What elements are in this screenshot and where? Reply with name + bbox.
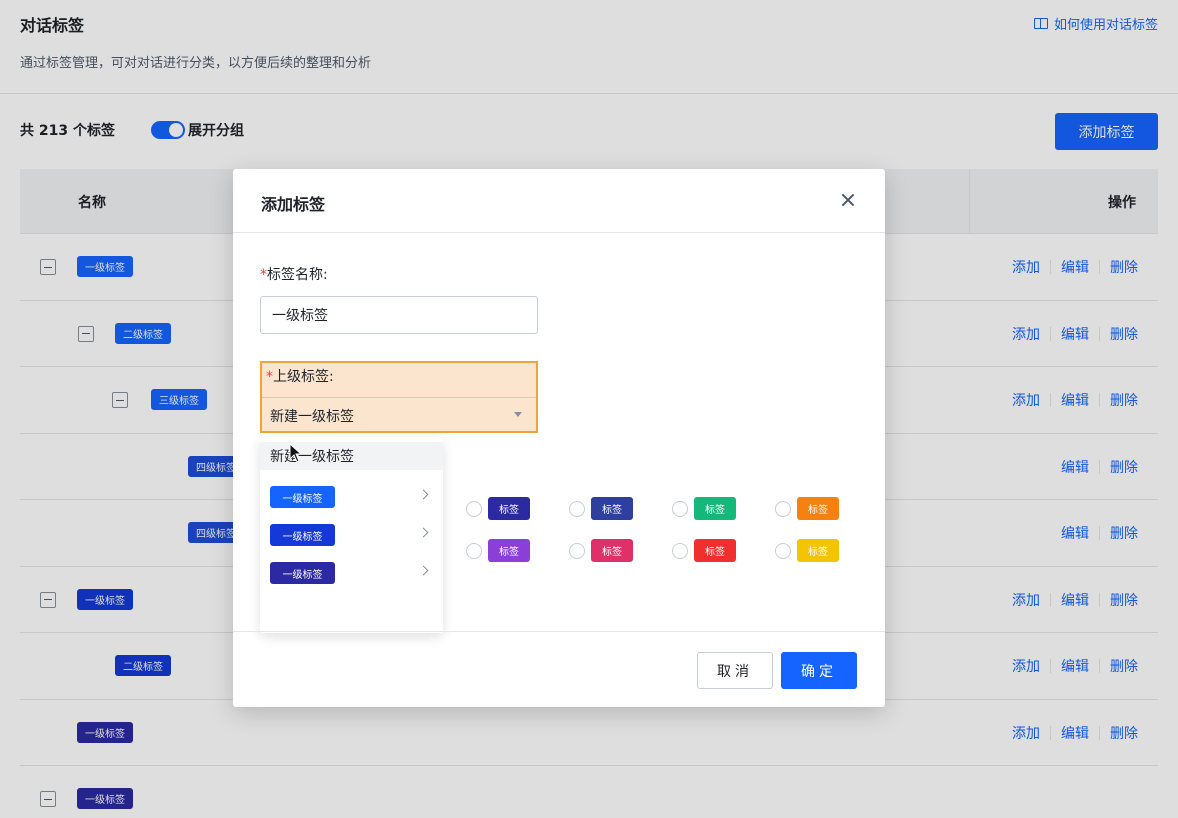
modal-title: 添加标签 — [261, 195, 326, 214]
mouse-cursor-icon — [289, 443, 303, 463]
color-option[interactable]: 标签 — [775, 539, 839, 562]
close-icon[interactable] — [841, 193, 855, 207]
color-swatch: 标签 — [488, 497, 530, 520]
color-radio[interactable] — [775, 542, 791, 559]
required-mark: * — [260, 267, 267, 283]
chevron-right-icon — [418, 527, 429, 538]
color-radio[interactable] — [672, 542, 688, 559]
dropdown-option[interactable]: 一级标签 — [260, 478, 443, 514]
tag-name-label-text: 标签名称: — [267, 267, 328, 283]
modal-footer: 取消 确定 — [233, 631, 885, 707]
color-swatch: 标签 — [591, 539, 633, 562]
add-tag-modal: 添加标签 *标签名称: *上级标签: 新建一级标签 标签标签标签标签标签标签标签… — [233, 169, 885, 707]
color-swatch: 标签 — [694, 497, 736, 520]
parent-tag-field[interactable]: *上级标签: 新建一级标签 — [260, 361, 538, 433]
required-mark: * — [266, 369, 273, 385]
color-radio[interactable] — [466, 542, 482, 559]
color-option[interactable]: 标签 — [672, 497, 736, 520]
color-option[interactable]: 标签 — [466, 497, 530, 520]
caret-down-icon — [514, 412, 522, 417]
color-option[interactable]: 标签 — [569, 497, 633, 520]
dropdown-option[interactable]: 一级标签 — [260, 516, 443, 552]
parent-tag-dropdown: 新建一级标签 一级标签 一级标签 一级标签 — [260, 438, 443, 633]
color-option[interactable]: 标签 — [775, 497, 839, 520]
color-option[interactable]: 标签 — [466, 539, 530, 562]
color-radio[interactable] — [569, 500, 585, 517]
color-swatch: 标签 — [488, 539, 530, 562]
parent-tag-label: *上级标签: — [266, 366, 334, 386]
chevron-right-icon — [418, 565, 429, 576]
parent-tag-value: 新建一级标签 — [270, 409, 354, 425]
color-option[interactable]: 标签 — [569, 539, 633, 562]
cancel-button[interactable]: 取消 — [697, 652, 773, 689]
color-swatch: 标签 — [797, 497, 839, 520]
color-swatch: 标签 — [591, 497, 633, 520]
dropdown-option-chip: 一级标签 — [270, 486, 335, 508]
dropdown-option-chip: 一级标签 — [270, 524, 335, 546]
chevron-right-icon — [418, 489, 429, 500]
color-radio[interactable] — [569, 542, 585, 559]
dropdown-option-new[interactable]: 新建一级标签 — [260, 442, 443, 470]
color-swatch: 标签 — [797, 539, 839, 562]
dropdown-option[interactable]: 一级标签 — [260, 554, 443, 590]
tag-name-label: *标签名称: — [260, 264, 328, 284]
color-swatch: 标签 — [694, 539, 736, 562]
color-option[interactable]: 标签 — [672, 539, 736, 562]
dropdown-option-chip: 一级标签 — [270, 562, 335, 584]
parent-tag-label-text: 上级标签: — [273, 369, 334, 385]
tag-name-input[interactable] — [260, 296, 538, 334]
color-radio[interactable] — [775, 500, 791, 517]
color-radio[interactable] — [466, 500, 482, 517]
confirm-button[interactable]: 确定 — [781, 652, 857, 689]
parent-tag-select[interactable]: 新建一级标签 — [262, 397, 536, 431]
color-radio[interactable] — [672, 500, 688, 517]
modal-header: 添加标签 — [233, 169, 885, 233]
